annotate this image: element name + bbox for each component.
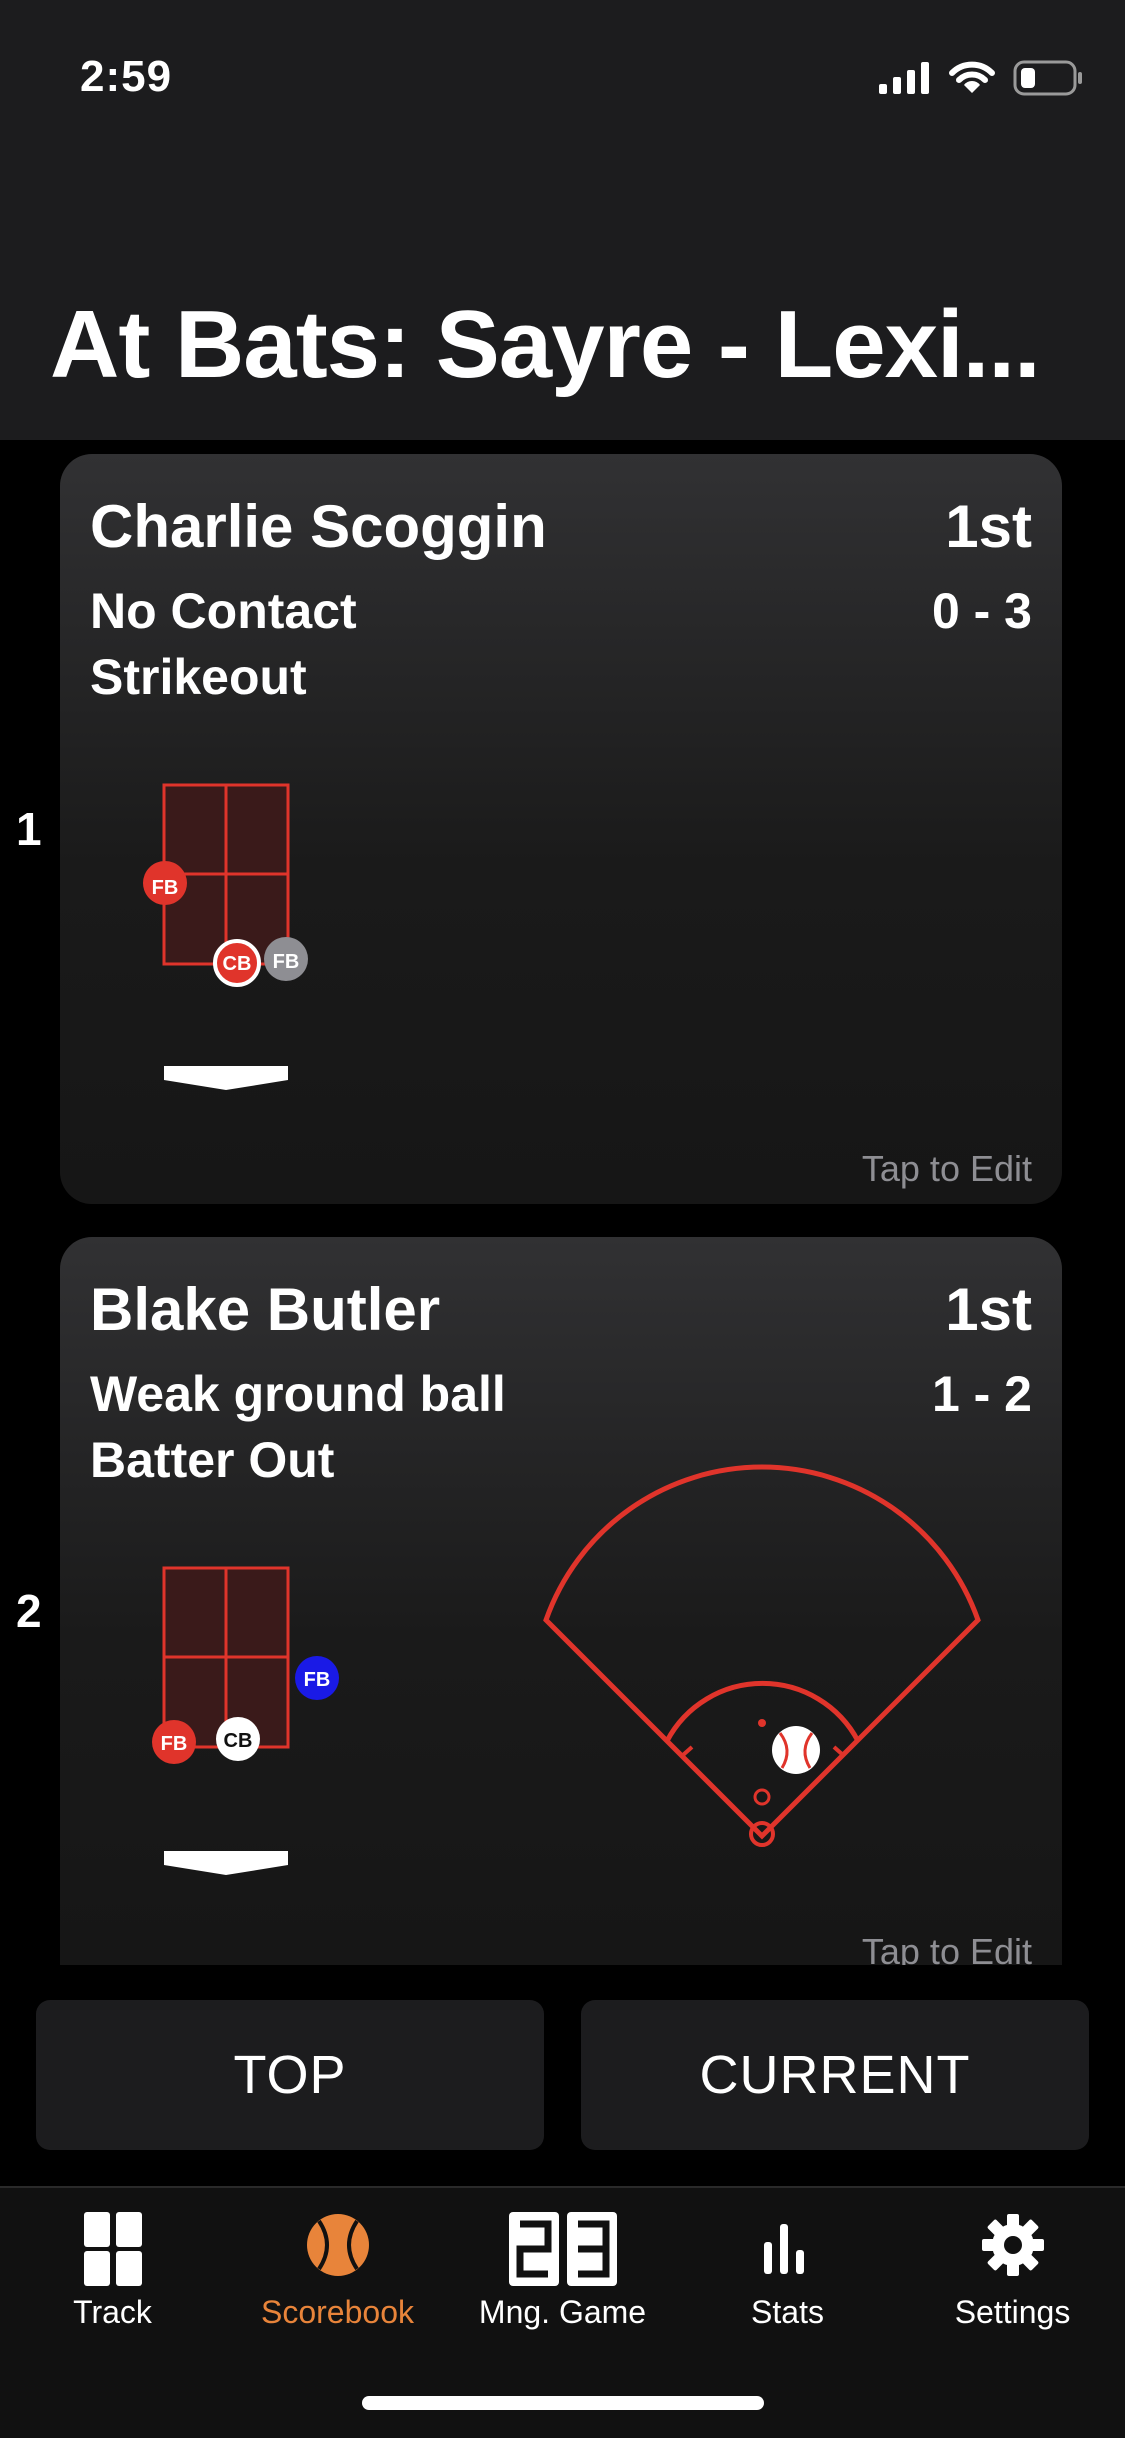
pitch-count: 1 - 2 [931, 1366, 1032, 1422]
svg-text:FB: FB [152, 877, 179, 899]
pitch-count: 0 - 3 [931, 583, 1032, 639]
svg-text:CB: CB [224, 1730, 253, 1752]
current-button[interactable]: CURRENT [581, 2000, 1089, 2150]
svg-text:FB: FB [161, 1733, 188, 1755]
pitch-marker: FB [264, 937, 308, 981]
svg-text:FB: FB [304, 1669, 331, 1691]
pitch-marker: FB [152, 1720, 196, 1764]
pitch-marker: CB [213, 939, 261, 987]
scoreboard-23-icon [508, 2212, 617, 2286]
pitch-marker: FB [143, 861, 187, 905]
svg-text:FB: FB [273, 951, 300, 973]
tab-mng-game[interactable]: Mng. Game [450, 2188, 675, 2378]
tab-scorebook[interactable]: Scorebook [225, 2188, 450, 2378]
tab-track[interactable]: Track [0, 2188, 225, 2378]
tab-label: Settings [954, 2294, 1071, 2330]
tap-to-edit-label[interactable]: Tap to Edit [862, 1148, 1032, 1190]
status-time: 2:59 [80, 52, 173, 101]
pitch-marker: CB [216, 1717, 260, 1761]
header: 2:59 At Bats: Sayre - Lexi... [0, 0, 1125, 440]
pitchers-mound [753, 1788, 771, 1806]
tap-to-edit-label[interactable]: Tap to Edit [862, 1931, 1032, 1965]
gear-icon [981, 2214, 1044, 2276]
tab-label: Scorebook [261, 2294, 414, 2330]
page-title: At Bats: Sayre - Lexi... [50, 291, 1041, 398]
top-button[interactable]: TOP [36, 2000, 544, 2150]
at-bat-number: 2 [16, 1585, 42, 1637]
tab-label: Mng. Game [478, 2294, 647, 2330]
at-bat-card[interactable]: Charlie Scoggin 1st No Contact 0 - 3 Str… [60, 454, 1062, 1204]
grid-icon [83, 2212, 142, 2286]
bar-chart-icon [763, 2224, 804, 2274]
home-plate-icon [164, 1066, 288, 1090]
tab-stats[interactable]: Stats [675, 2188, 900, 2378]
at-bat-number: 1 [16, 803, 42, 855]
inning: 1st [945, 493, 1032, 560]
baseball-hit-location-icon [772, 1726, 820, 1774]
spray-chart-field [543, 1464, 981, 1847]
baseball-icon [306, 2214, 369, 2276]
svg-text:CB: CB [223, 953, 252, 975]
battery-icon [1013, 60, 1082, 96]
cellular-signal-icon [879, 62, 929, 94]
tab-settings[interactable]: Settings [900, 2188, 1125, 2378]
home-plate-icon [164, 1851, 288, 1875]
pitch-marker: FB [295, 1656, 339, 1700]
strike-zone-diagram: FB CB FB [143, 783, 308, 1090]
at-bat-card[interactable]: Blake Butler 1st Weak ground ball 1 - 2 … [60, 1237, 1062, 1965]
wifi-icon [949, 61, 995, 93]
tab-label: Stats [751, 2294, 824, 2330]
status-icons [879, 60, 1083, 96]
home-indicator [362, 2396, 764, 2410]
strike-zone-diagram: FB CB FB [152, 1566, 339, 1875]
tab-label: Track [73, 2294, 152, 2330]
inning: 1st [945, 1276, 1032, 1343]
